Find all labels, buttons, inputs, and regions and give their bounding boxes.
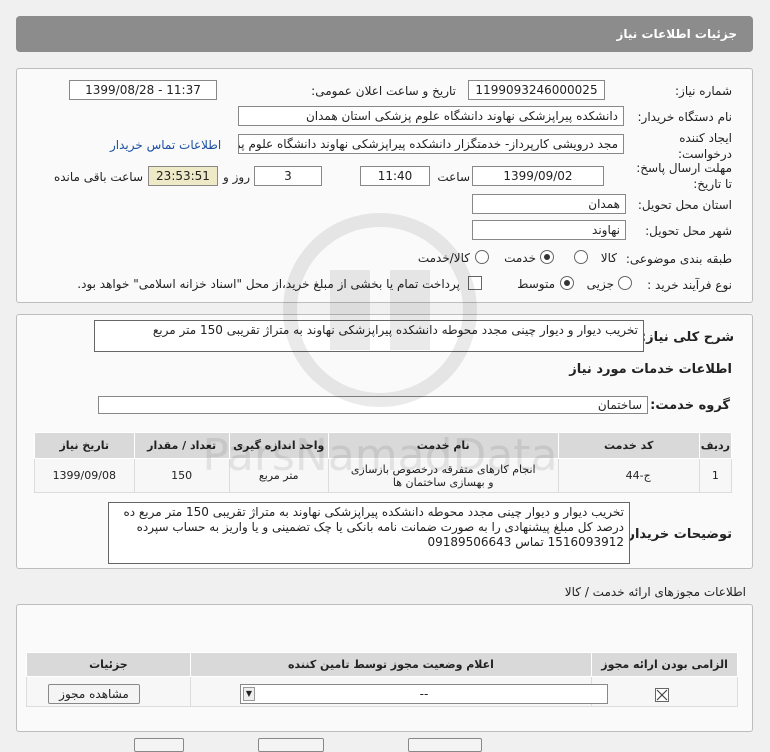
services-section-title: اطلاعات خدمات مورد نیاز <box>569 362 732 377</box>
permit-status-value: -- <box>419 687 429 701</box>
process-option-minor: جزیی <box>586 277 614 291</box>
permits-section-title: اطلاعات مجوزهای ارائه خدمت / کالا <box>564 585 746 599</box>
remaining-time-field: 23:53:51 <box>148 166 218 186</box>
need-number-label: شماره نیاز: <box>675 84 732 98</box>
process-option-medium: متوسط <box>517 277 555 291</box>
cross-icon <box>656 689 668 701</box>
category-label: طبقه بندی موضوعی: <box>625 252 732 266</box>
creator-label: ایجاد کننده درخواست: <box>678 131 732 161</box>
view-permit-button[interactable]: مشاهده مجوز <box>48 684 140 704</box>
deadline-date-field[interactable]: 1399/09/02 <box>472 166 604 186</box>
category-option-goods: کالا <box>600 251 617 265</box>
category-radio-service[interactable] <box>540 250 554 264</box>
cell-name: انجام کارهای متفرقه درخصوص بازسازی و بهس… <box>327 458 559 493</box>
summary-label: شرح کلی نیاز: <box>640 330 734 345</box>
col-permit-status: اعلام وضعیت مجوز توسط تامین کننده <box>189 652 593 677</box>
col-date: تاریخ نیاز <box>34 432 135 459</box>
permit-status-select[interactable]: ▼ -- <box>240 684 608 704</box>
province-field[interactable]: همدان <box>472 194 626 214</box>
process-label: نوع فرآیند خرید : <box>647 278 732 292</box>
page-header: جزئیات اطلاعات نیاز <box>16 16 753 52</box>
category-option-both: کالا/خدمت <box>417 251 470 265</box>
col-details: جزئیات <box>26 652 191 677</box>
days-field[interactable]: 3 <box>254 166 322 186</box>
footer-button-right[interactable] <box>408 738 482 752</box>
city-label: شهر محل تحویل: <box>645 224 732 238</box>
services-table-header: تاریخ نیاز تعداد / مقدار واحد اندازه گیر… <box>34 432 733 459</box>
category-radio-goods[interactable] <box>574 250 588 264</box>
table-row: 1399/09/08 150 متر مربع انجام کارهای متف… <box>34 458 733 493</box>
need-number-field[interactable]: 1199093246000025 <box>468 80 605 100</box>
remaining-label: ساعت باقی مانده <box>53 170 143 184</box>
col-unit: واحد اندازه گیری <box>228 432 329 459</box>
contact-buyer-link[interactable]: اطلاعات تماس خریدار <box>110 138 221 152</box>
cell-unit: متر مربع <box>228 458 329 493</box>
province-label: استان محل تحویل: <box>637 198 732 212</box>
cell-qty: 150 <box>133 458 230 493</box>
footer-button-left[interactable] <box>134 738 184 752</box>
page-title: جزئیات اطلاعات نیاز <box>616 27 737 41</box>
service-group-label: گروه خدمت: <box>650 398 730 413</box>
cell-date: 1399/09/08 <box>34 458 135 493</box>
deadline-time-field[interactable]: 11:40 <box>360 166 430 186</box>
col-permit-required: الزامی بودن ارائه مجوز <box>591 652 738 677</box>
buyer-org-label: نام دستگاه خریدار: <box>637 110 733 124</box>
service-group-field: ساختمان <box>98 396 648 414</box>
col-name: نام خدمت <box>327 432 559 459</box>
announce-label: تاریخ و ساعت اعلان عمومی: <box>311 84 456 98</box>
city-field[interactable]: نهاوند <box>472 220 626 240</box>
category-option-service: خدمت <box>504 251 536 265</box>
col-row: ردیف <box>698 432 733 459</box>
deadline-time-label: ساعت <box>437 170 470 184</box>
buyer-notes-field: تخریب دیوار و دیوار چینی مجدد محوطه دانش… <box>108 502 630 564</box>
services-table: تاریخ نیاز تعداد / مقدار واحد اندازه گیر… <box>34 432 733 493</box>
payment-note: پرداخت تمام یا بخشی از مبلغ خرید،از محل … <box>77 277 460 291</box>
permit-required-checkbox[interactable] <box>655 688 669 702</box>
permits-table-header: جزئیات اعلام وضعیت مجوز توسط تامین کننده… <box>26 652 738 677</box>
creator-field[interactable]: مجد درویشی کارپرداز- خدمتگزار دانشکده پی… <box>238 134 624 154</box>
treasury-checkbox[interactable] <box>468 276 482 290</box>
cell-row: 1 <box>698 458 733 493</box>
summary-field: تخریب دیوار و دیوار چینی مجدد محوطه دانش… <box>94 320 644 352</box>
buyer-notes-label: توضیحات خریدار: <box>622 527 732 542</box>
process-radio-medium[interactable] <box>560 276 574 290</box>
announce-field[interactable]: 1399/08/28 - 11:37 <box>69 80 217 100</box>
cell-code: ج-44 <box>557 458 700 493</box>
col-code: کد خدمت <box>557 432 700 459</box>
footer-button-mid[interactable] <box>258 738 324 752</box>
process-radio-minor[interactable] <box>618 276 632 290</box>
chevron-down-icon[interactable]: ▼ <box>243 687 255 701</box>
days-label: روز و <box>223 170 250 184</box>
category-radio-both[interactable] <box>475 250 489 264</box>
deadline-label: مهلت ارسال پاسخ: تا تاریخ: <box>636 161 732 191</box>
buyer-org-field[interactable]: دانشکده پیراپزشکی نهاوند دانشگاه علوم پز… <box>238 106 624 126</box>
col-qty: تعداد / مقدار <box>133 432 230 459</box>
